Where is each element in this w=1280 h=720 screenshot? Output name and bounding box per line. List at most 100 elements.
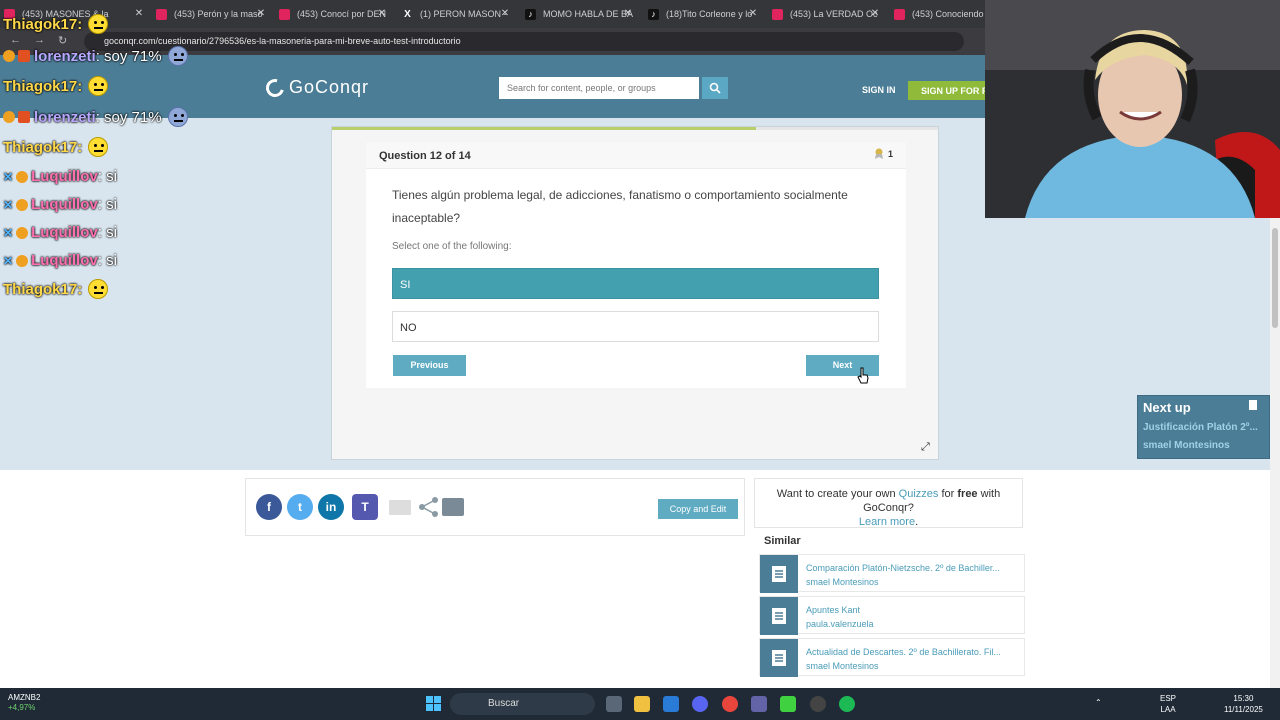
chat-message: ✕ Luquillov: si — [3, 196, 117, 213]
chat-username: Luquillov — [31, 224, 98, 241]
teams-icon[interactable] — [751, 696, 767, 712]
question-instruction: Select one of the following: — [392, 241, 512, 252]
next-up-panel[interactable]: Next up Justificación Platón 2º... smael… — [1137, 395, 1270, 459]
print-icon[interactable] — [442, 498, 464, 516]
next-up-item[interactable]: Justificación Platón 2º... — [1143, 422, 1258, 433]
browser-tab[interactable]: (453) La VERDAD Oc ✕ — [772, 0, 880, 28]
twitter-icon[interactable]: t — [287, 494, 313, 520]
quizzes-link[interactable]: Quizzes — [899, 488, 939, 500]
sub-badge-icon — [16, 226, 29, 239]
email-icon[interactable] — [389, 500, 411, 515]
share-icon[interactable] — [416, 494, 442, 520]
kick-icon[interactable] — [780, 696, 796, 712]
chat-username: Thiagok17 — [3, 77, 78, 95]
document-icon — [1249, 400, 1257, 410]
url-text: goconqr.com/cuestionario/2796536/es-la-m… — [104, 36, 461, 46]
facebook-icon[interactable]: f — [256, 494, 282, 520]
browser-tab[interactable]: (453) Conocí por DEN ✕ — [279, 0, 387, 28]
scrollbar-thumb[interactable] — [1272, 228, 1278, 328]
browser-tab[interactable]: X (1) PERON MASON - ✕ — [402, 0, 510, 28]
similar-author[interactable]: smael Montesinos — [806, 577, 879, 587]
learn-more-link[interactable]: Learn more — [859, 516, 915, 528]
linkedin-icon[interactable]: in — [318, 494, 344, 520]
answer-option-si[interactable]: SI — [392, 268, 879, 299]
language-text: ESP — [1160, 694, 1177, 703]
likes-counter[interactable]: 1 — [874, 148, 893, 159]
sword-badge-icon: ✕ — [3, 197, 14, 212]
similar-item[interactable]: Actualidad de Descartes. 2º de Bachiller… — [759, 638, 1025, 677]
tiktok-icon: ♪ — [648, 8, 659, 20]
task-view-icon[interactable] — [606, 696, 622, 712]
spotify-icon[interactable] — [839, 696, 855, 712]
chrome-icon[interactable] — [722, 696, 738, 712]
create-text: Want to create your own — [776, 488, 899, 500]
share-bar: f t in T Copy and Edit — [245, 478, 745, 536]
next-up-author[interactable]: smael Montesinos — [1143, 440, 1230, 451]
taskbar-search[interactable]: Buscar — [450, 693, 595, 715]
file-explorer-icon[interactable] — [634, 696, 650, 712]
streamer-webcam-image — [985, 0, 1280, 218]
sign-in-link[interactable]: SIGN IN — [862, 85, 896, 95]
hand-cursor-icon — [857, 367, 869, 384]
search-button[interactable] — [702, 77, 728, 99]
neutral-face-emote-icon — [88, 279, 109, 299]
likes-count: 1 — [887, 148, 893, 159]
goconqr-logo[interactable]: GoConqr — [262, 75, 369, 100]
back-icon[interactable]: ← — [10, 34, 21, 46]
sub-badge-icon — [3, 111, 15, 123]
similar-title[interactable]: Apuntes Kant — [806, 605, 860, 615]
similar-item[interactable]: Comparación Platón-Nietzsche. 2º de Bach… — [759, 554, 1025, 593]
forward-icon[interactable]: → — [34, 34, 45, 46]
sub-badge-icon — [16, 254, 29, 267]
close-icon[interactable]: ✕ — [623, 8, 633, 19]
teams-icon[interactable]: T — [352, 494, 378, 520]
region-text: LAA — [1160, 705, 1176, 714]
windows-start-icon[interactable] — [426, 696, 441, 711]
sword-badge-icon: ✕ — [3, 225, 14, 240]
store-icon[interactable] — [663, 696, 679, 712]
clock[interactable]: 15:30 11/11/2025 — [1224, 693, 1263, 715]
close-icon[interactable]: ✕ — [748, 8, 758, 19]
sub-badge-icon — [16, 170, 29, 183]
stock-change: +4,97% — [8, 703, 36, 712]
chevron-up-icon[interactable]: ⌃ — [1095, 697, 1102, 708]
youtube-icon — [894, 8, 905, 20]
similar-author[interactable]: paula.valenzuela — [806, 619, 874, 629]
discord-icon[interactable] — [692, 696, 708, 712]
similar-heading: Similar — [764, 535, 801, 547]
chat-username: Thiagok17 — [3, 280, 78, 298]
obs-icon[interactable] — [810, 696, 826, 712]
answer-option-no[interactable]: NO — [392, 311, 879, 342]
url-field[interactable]: goconqr.com/cuestionario/2796536/es-la-m… — [84, 32, 964, 51]
close-icon[interactable]: ✕ — [870, 8, 880, 19]
close-icon[interactable]: ✕ — [134, 8, 144, 19]
copy-and-edit-button[interactable]: Copy and Edit — [658, 499, 738, 519]
sad-face-emote-icon — [167, 46, 188, 66]
stock-widget[interactable]: AMZNB2 +4,97% — [8, 693, 40, 713]
close-icon[interactable]: ✕ — [256, 8, 266, 19]
chat-username: Luquillov — [31, 168, 98, 185]
mod-badge-icon — [18, 50, 30, 62]
similar-title[interactable]: Actualidad de Descartes. 2º de Bachiller… — [806, 647, 1001, 657]
create-quiz-box: Want to create your own Quizzes for free… — [754, 478, 1023, 528]
browser-tab[interactable]: ♪ (18)Tito Corleone y lo ✕ — [648, 0, 758, 28]
browser-tab[interactable]: (453) Conociendo el — [894, 0, 985, 28]
question-card: Question 12 of 14 1 Tienes algún problem… — [366, 142, 906, 388]
stock-name: AMZNB2 — [8, 693, 41, 702]
browser-tab[interactable]: ♪ MOMO HABLA DE BA ✕ — [525, 0, 633, 28]
neutral-face-emote-icon — [88, 76, 109, 96]
search-input[interactable] — [499, 77, 699, 99]
language-indicator[interactable]: ESP LAA — [1160, 693, 1176, 715]
close-icon[interactable]: ✕ — [377, 8, 387, 19]
similar-item[interactable]: Apuntes Kant paula.valenzuela — [759, 596, 1025, 635]
similar-title[interactable]: Comparación Platón-Nietzsche. 2º de Bach… — [806, 563, 1000, 573]
expand-icon[interactable]: ⤢ — [921, 441, 930, 454]
document-icon — [760, 597, 798, 635]
sign-up-button[interactable]: SIGN UP FOR FREE — [908, 81, 985, 100]
similar-author[interactable]: smael Montesinos — [806, 661, 879, 671]
browser-tab[interactable]: (453) Perón y la maso ✕ — [156, 0, 266, 28]
page-scrollbar[interactable] — [1270, 218, 1280, 688]
previous-button[interactable]: Previous — [393, 355, 466, 376]
close-icon[interactable]: ✕ — [500, 8, 510, 19]
tab-title: (453) Perón y la maso — [174, 9, 263, 19]
